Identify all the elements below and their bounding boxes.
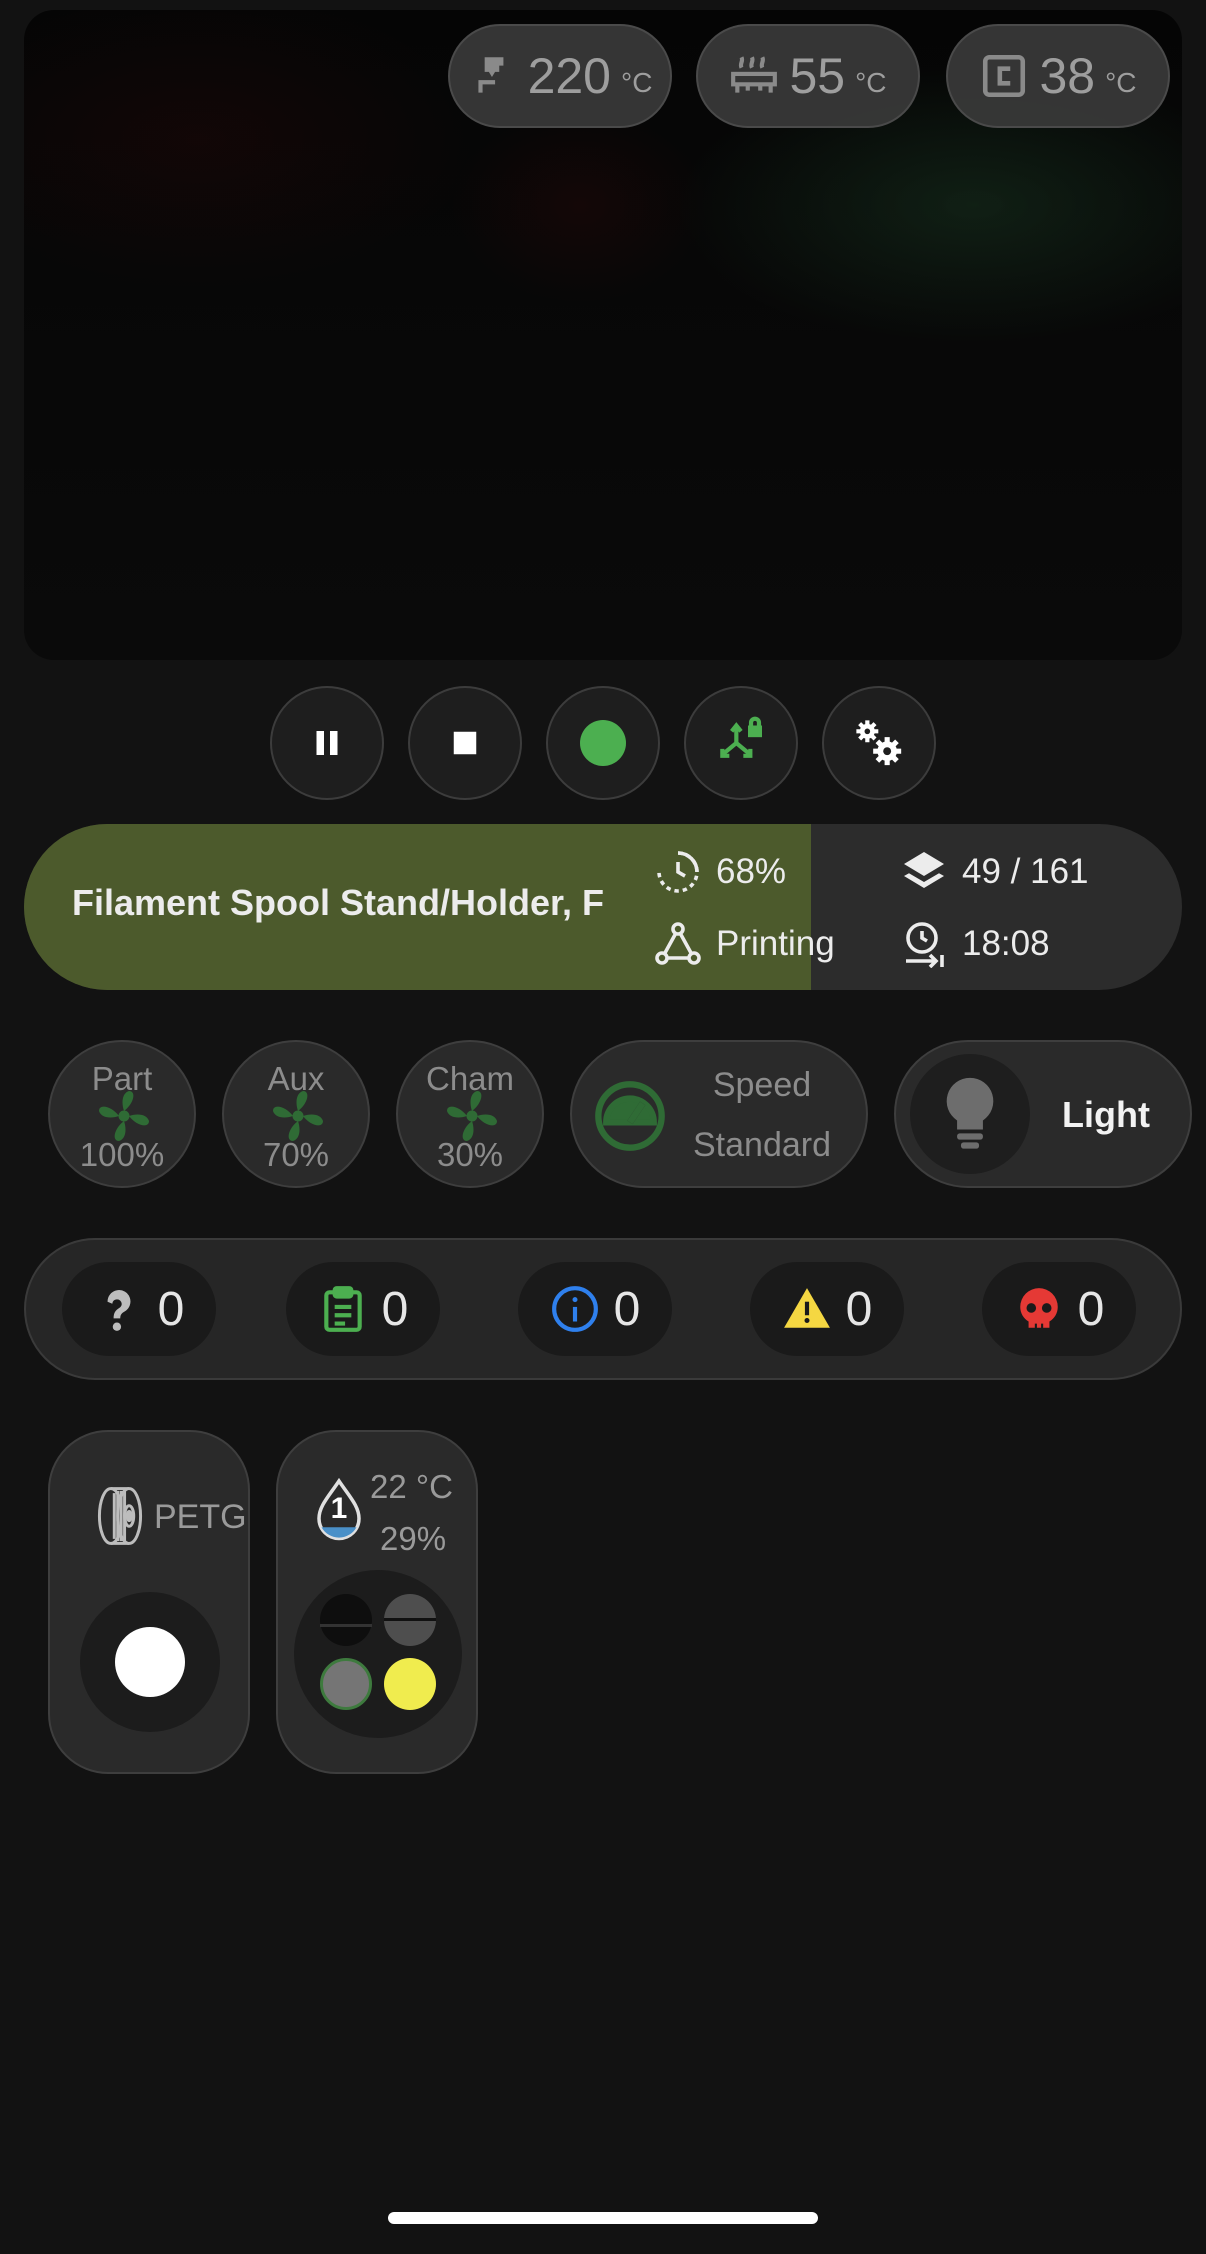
unknown-messages-button[interactable]: 0 <box>62 1262 216 1356</box>
axis-lock-icon <box>720 716 762 758</box>
light-icon-wrapper <box>910 1054 1030 1174</box>
speed-mode: Standard <box>693 1126 831 1164</box>
filament-material: PETG <box>154 1498 247 1536</box>
chamber-icon <box>983 54 1026 98</box>
stop-icon <box>453 731 477 755</box>
speed-label: Speed <box>712 1066 812 1104</box>
ams-slot-3[interactable] <box>320 1658 372 1710</box>
nozzle-temp-value: 220 <box>527 48 611 104</box>
layer-count: 49 / 161 <box>962 852 1089 891</box>
layers-item: 49 / 161 <box>900 848 1089 896</box>
error-count: 0 <box>1077 1282 1105 1336</box>
aux-fan-button[interactable]: Aux 70% <box>222 1040 370 1188</box>
chamber-temp-unit: °C <box>1105 67 1137 98</box>
ams-slot-2[interactable] <box>384 1594 436 1646</box>
ams-slots <box>294 1570 462 1738</box>
remaining-item: 18:08 <box>900 920 1050 968</box>
nozzle-icon <box>477 57 503 93</box>
speedometer-icon <box>595 1081 665 1151</box>
question-icon <box>107 1290 131 1331</box>
camera-view[interactable]: 220 °C 55 °C 38 °C <box>24 10 1182 660</box>
pause-icon <box>316 731 338 755</box>
skull-icon <box>1019 1288 1058 1328</box>
nozzle-temperature[interactable]: 220 °C <box>448 24 672 128</box>
print-job-bar[interactable]: Filament Spool Stand/Holder, F 68% Print… <box>24 824 1182 990</box>
bed-temp-unit: °C <box>855 67 887 98</box>
fan-name: Aux <box>267 1060 325 1097</box>
info-icon <box>551 1286 598 1332</box>
gears-icon <box>856 720 902 766</box>
warning-count: 0 <box>845 1282 873 1336</box>
warning-messages-button[interactable]: 0 <box>750 1262 904 1356</box>
nozzle-temp-unit: °C <box>621 67 653 98</box>
progress-percent: 68% <box>716 852 787 891</box>
info-messages-button[interactable]: 0 <box>518 1262 672 1356</box>
info-count: 0 <box>613 1282 641 1336</box>
external-spool-card[interactable]: PETG <box>48 1430 250 1774</box>
axis-lock-button[interactable] <box>684 686 798 800</box>
light-toggle[interactable]: Light <box>894 1040 1192 1188</box>
bed-temperature[interactable]: 55 °C <box>696 24 920 128</box>
job-title: Filament Spool Stand/Holder, F <box>72 882 605 923</box>
log-messages-button[interactable]: 0 <box>286 1262 440 1356</box>
clipboard-icon <box>323 1286 362 1332</box>
ams-slot-number: 1 <box>330 1492 348 1525</box>
ams-temperature: 22 °C <box>370 1468 453 1505</box>
layers-icon <box>904 852 944 888</box>
ams-unit-card[interactable]: 1 22 °C 29% <box>276 1430 478 1774</box>
fan-speed: 100% <box>79 1136 165 1173</box>
pause-button[interactable] <box>270 686 384 800</box>
fan-name: Part <box>91 1060 153 1097</box>
settings-button[interactable] <box>822 686 936 800</box>
status-dot-icon <box>580 720 626 766</box>
fan-speed: 30% <box>436 1136 504 1173</box>
time-remaining-icon <box>906 922 944 968</box>
home-indicator[interactable] <box>388 2212 818 2224</box>
warning-icon <box>783 1288 830 1328</box>
remaining-time: 18:08 <box>962 924 1050 963</box>
ams-slot-4[interactable] <box>384 1658 436 1710</box>
progress-item: 68% <box>654 848 786 896</box>
unknown-count: 0 <box>157 1282 185 1336</box>
fan-speed: 70% <box>262 1136 330 1173</box>
stop-button[interactable] <box>408 686 522 800</box>
status-item: Printing <box>654 920 835 968</box>
chamber-temp-value: 38 <box>1039 48 1096 104</box>
fan-name: Cham <box>425 1060 515 1097</box>
status-light-button[interactable] <box>546 686 660 800</box>
print-status: Printing <box>716 924 835 963</box>
spool-color-dial[interactable] <box>80 1592 220 1732</box>
ams-slot-1[interactable] <box>320 1594 372 1646</box>
spool-icon <box>97 1487 143 1545</box>
lightbulb-icon <box>946 1077 994 1149</box>
ams-humidity: 29% <box>380 1520 447 1557</box>
error-messages-button[interactable]: 0 <box>982 1262 1136 1356</box>
printing-status-icon <box>655 922 701 965</box>
spool-color-swatch <box>115 1627 185 1697</box>
progress-clock-icon <box>657 851 699 893</box>
part-fan-button[interactable]: Part 100% <box>48 1040 196 1188</box>
notification-bar: 0 0 0 0 0 <box>24 1238 1182 1380</box>
bed-temp-value: 55 <box>789 48 846 104</box>
log-count: 0 <box>381 1282 409 1336</box>
light-label: Light <box>1062 1094 1150 1135</box>
chamber-fan-button[interactable]: Cham 30% <box>396 1040 544 1188</box>
chamber-temperature[interactable]: 38 °C <box>946 24 1170 128</box>
speed-button[interactable]: Speed Standard <box>570 1040 868 1188</box>
heated-bed-icon <box>731 56 778 93</box>
